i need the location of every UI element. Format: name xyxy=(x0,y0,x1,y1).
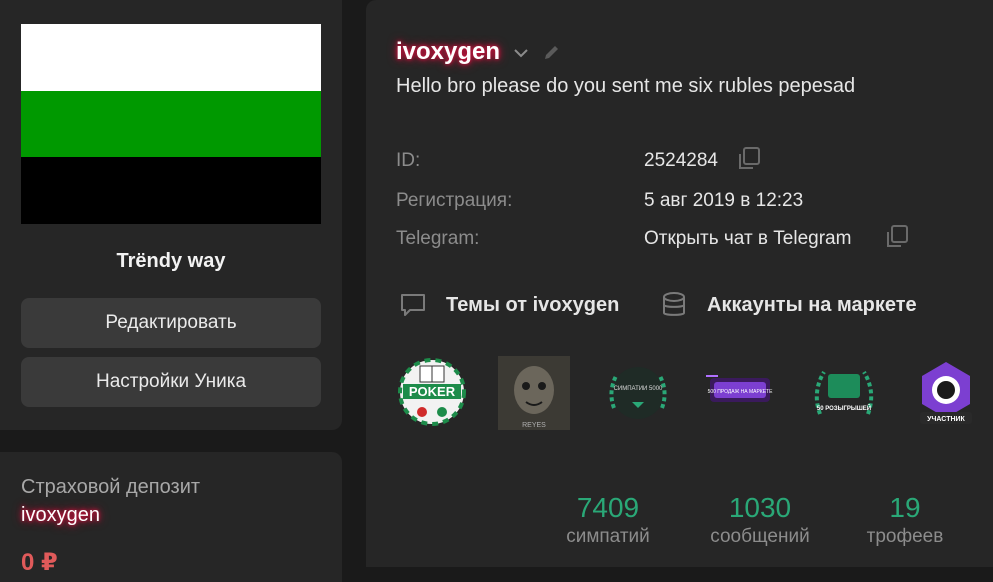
trophy-poker-text: POKER xyxy=(409,384,456,399)
trophy-poker[interactable]: POKER xyxy=(396,356,468,430)
telegram-chat-link[interactable]: Открыть чат в Telegram xyxy=(644,228,851,250)
chat-bubble-icon xyxy=(401,294,425,316)
stat-messages[interactable]: 1030 сообщений xyxy=(690,492,830,548)
database-icon xyxy=(663,292,685,316)
info-label-id: ID: xyxy=(396,150,421,171)
user-topics-link[interactable]: Темы от ivoxygen xyxy=(398,290,619,320)
trophy-sales-500[interactable]: 500 ПРОДАЖ НА МАРКЕТЕ xyxy=(704,356,776,430)
trophy-participant[interactable]: УЧАСТНИК xyxy=(910,356,982,430)
trophy-likes-text: СИМПАТИИ 5000 xyxy=(614,386,663,392)
stat-trophies-value: 19 xyxy=(889,492,921,523)
stat-messages-value: 1030 xyxy=(728,492,792,523)
user-topics-label: Темы от ivoxygen xyxy=(446,293,620,316)
trophy-participant-text: УЧАСТНИК xyxy=(927,416,965,423)
trophy-reyes-portrait[interactable]: REYES xyxy=(498,356,570,430)
profile-username[interactable]: ivoxygen xyxy=(396,38,500,66)
deposit-card: Страховой депозит ivoxygen 0 ₽ xyxy=(0,452,342,582)
deposit-amount: 0 ₽ xyxy=(21,549,58,576)
pencil-icon[interactable] xyxy=(542,42,562,62)
trophy-sales-text: 500 ПРОДАЖ НА МАРКЕТЕ xyxy=(708,389,774,395)
uniq-settings-button[interactable]: Настройки Уника xyxy=(21,357,321,407)
uniq-banner-flag xyxy=(21,24,321,224)
stat-likes[interactable]: 7409 симпатий xyxy=(538,492,678,548)
stat-trophies[interactable]: 19 трофеев xyxy=(835,492,975,548)
profile-status: Hello bro please do you sent me six rubl… xyxy=(396,75,856,97)
market-accounts-link[interactable]: Аккаунты на маркете xyxy=(659,290,917,320)
stat-likes-value: 7409 xyxy=(576,492,640,523)
trophy-likes-5000[interactable]: СИМПАТИИ 5000 xyxy=(602,356,674,430)
deposit-title: Страховой депозит xyxy=(21,476,201,498)
info-value-registration: 5 авг 2019 в 12:23 xyxy=(644,190,804,211)
uniq-card: Trëndy way Редактировать Настройки Уника xyxy=(0,0,342,430)
trophy-giveaways-50[interactable]: 50 РОЗЫГРЫШЕЙ xyxy=(808,356,880,430)
flag-stripe-white xyxy=(21,24,321,91)
stat-messages-label: сообщений xyxy=(710,526,810,547)
market-accounts-label: Аккаунты на маркете xyxy=(707,293,917,316)
info-label-telegram: Telegram: xyxy=(396,228,480,249)
copy-icon[interactable] xyxy=(736,146,762,172)
chevron-down-icon[interactable] xyxy=(512,44,530,62)
flag-stripe-black xyxy=(21,157,321,224)
trophy-giveaways-text: 50 РОЗЫГРЫШЕЙ xyxy=(817,404,871,412)
uniq-name: Trëndy way xyxy=(116,250,226,272)
trophy-reyes-text: REYES xyxy=(522,422,546,429)
info-label-registration: Регистрация: xyxy=(396,190,513,211)
edit-button[interactable]: Редактировать xyxy=(21,298,321,348)
copy-icon[interactable] xyxy=(884,224,910,250)
deposit-username[interactable]: ivoxygen xyxy=(21,504,100,527)
stat-trophies-label: трофеев xyxy=(866,526,944,547)
info-value-id: 2524284 xyxy=(644,150,718,171)
flag-stripe-green xyxy=(21,90,321,158)
stat-likes-label: симпатий xyxy=(566,526,650,547)
profile-card: ivoxygen Hello bro please do you sent me… xyxy=(366,0,993,567)
